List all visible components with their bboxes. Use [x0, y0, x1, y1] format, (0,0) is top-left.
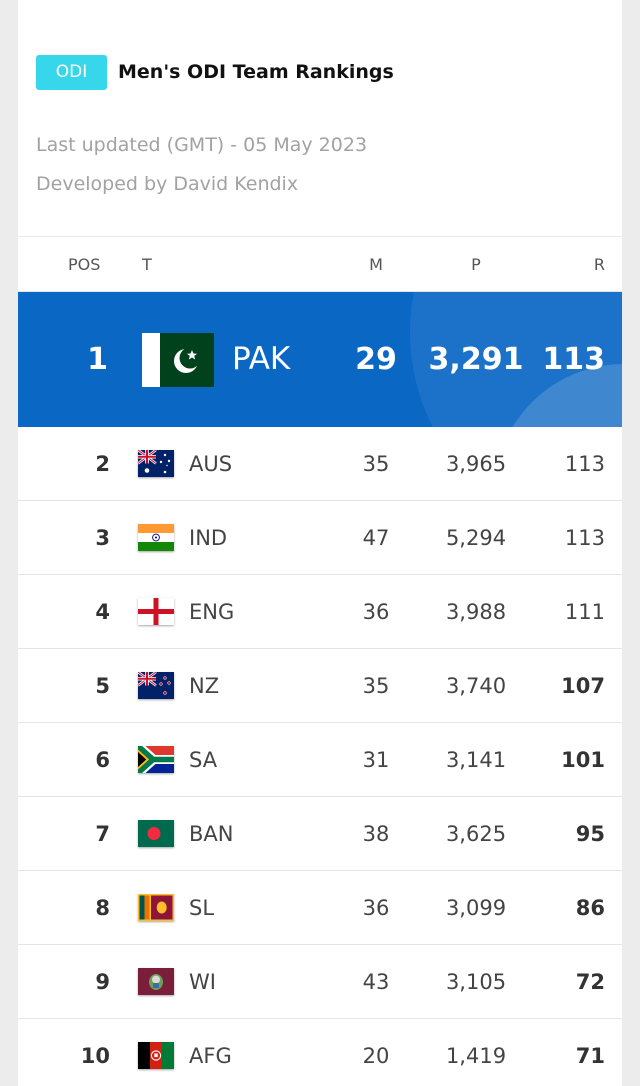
table-row[interactable]: 10 AFG 20 1,419 71 [18, 1019, 622, 1086]
pakistan-flag-icon [142, 333, 214, 387]
row-matches: 36 [362, 896, 390, 920]
row-team-code: IND [189, 526, 228, 550]
row-pos: 2 [95, 452, 110, 476]
south-africa-flag-icon [138, 746, 174, 773]
row-points: 3,291 [428, 342, 524, 377]
row-pos: 8 [95, 896, 110, 920]
afghanistan-flag-icon [138, 1042, 174, 1069]
row-team-code: ENG [189, 600, 235, 624]
table-row[interactable]: 7 BAN 38 3,625 95 [18, 797, 622, 871]
row-points: 3,625 [445, 822, 507, 846]
row-pos: 5 [95, 674, 110, 698]
row-team-code: BAN [189, 822, 234, 846]
row-matches: 36 [362, 600, 390, 624]
row-points: 1,419 [445, 1044, 507, 1068]
new-zealand-flag-icon [138, 672, 174, 699]
column-header-pos[interactable]: POS [68, 237, 100, 293]
row-points: 3,965 [445, 452, 507, 476]
england-flag-icon [138, 598, 174, 625]
row-points: 3,988 [445, 600, 507, 624]
row-points: 5,294 [445, 526, 507, 550]
row-rating: 113 [542, 342, 605, 377]
row-matches: 31 [362, 748, 390, 772]
row-points: 3,740 [445, 674, 507, 698]
row-team-code: SL [189, 896, 215, 920]
row-team-code: PAK [232, 341, 291, 377]
column-header-points[interactable]: P [464, 237, 488, 293]
rankings-card: ODI Men's ODI Team Rankings Last updated… [18, 0, 622, 1086]
row-team-code: NZ [189, 674, 220, 698]
page-title: Men's ODI Team Rankings [118, 61, 394, 83]
column-header-rating[interactable]: R [578, 237, 605, 293]
table-row[interactable]: 5 NZ 35 3,740 107 [18, 649, 622, 723]
row-matches: 38 [362, 822, 390, 846]
table-row[interactable]: 8 SL 36 3,099 86 [18, 871, 622, 945]
row-points: 3,141 [445, 748, 507, 772]
row-rating: 86 [575, 896, 605, 920]
column-header-matches[interactable]: M [358, 237, 394, 293]
rankings-header: ODI Men's ODI Team Rankings Last updated… [18, 0, 622, 236]
table-row[interactable]: 4 ENG 36 3,988 111 [18, 575, 622, 649]
row-pos: 7 [95, 822, 110, 846]
row-matches: 35 [362, 674, 390, 698]
row-rating: 71 [575, 1044, 605, 1068]
last-updated-text: Last updated (GMT) - 05 May 2023 [36, 134, 368, 156]
table-row-leader[interactable]: 1 PAK 29 3,291 113 [18, 292, 622, 427]
format-badge[interactable]: ODI [36, 55, 107, 90]
developer-credit: Developed by David Kendix [36, 173, 299, 195]
table-row[interactable]: 2 AUS 35 3,965 113 [18, 427, 622, 501]
row-pos: 9 [95, 970, 110, 994]
row-matches: 47 [362, 526, 390, 550]
row-team-code: WI [189, 970, 216, 994]
row-pos: 3 [95, 526, 110, 550]
table-header: POS T M P R [18, 236, 622, 292]
row-pos: 4 [95, 600, 110, 624]
row-team-code: AUS [189, 452, 233, 476]
table-row[interactable]: 9 WI 43 3,105 72 [18, 945, 622, 1019]
row-team-code: AFG [189, 1044, 232, 1068]
row-rating: 72 [575, 970, 605, 994]
row-pos: 1 [87, 342, 108, 377]
row-pos: 6 [95, 748, 110, 772]
west-indies-flag-icon [138, 968, 174, 995]
row-rating: 101 [561, 748, 605, 772]
bangladesh-flag-icon [138, 820, 174, 847]
row-matches: 29 [355, 342, 397, 377]
india-flag-icon [138, 524, 174, 551]
row-matches: 35 [362, 452, 390, 476]
row-rating: 113 [564, 452, 605, 476]
row-matches: 43 [362, 970, 390, 994]
row-rating: 111 [564, 600, 605, 624]
row-team-code: SA [189, 748, 218, 772]
row-pos: 10 [80, 1044, 110, 1068]
sri-lanka-flag-icon [138, 894, 174, 921]
row-matches: 20 [362, 1044, 390, 1068]
row-rating: 107 [561, 674, 605, 698]
row-rating: 95 [575, 822, 605, 846]
table-row[interactable]: 3 IND 47 5,294 113 [18, 501, 622, 575]
column-header-team[interactable]: T [142, 237, 152, 293]
row-points: 3,099 [445, 896, 507, 920]
row-rating: 113 [564, 526, 605, 550]
table-row[interactable]: 6 SA 31 3,141 101 [18, 723, 622, 797]
row-points: 3,105 [445, 970, 507, 994]
australia-flag-icon [138, 450, 174, 477]
